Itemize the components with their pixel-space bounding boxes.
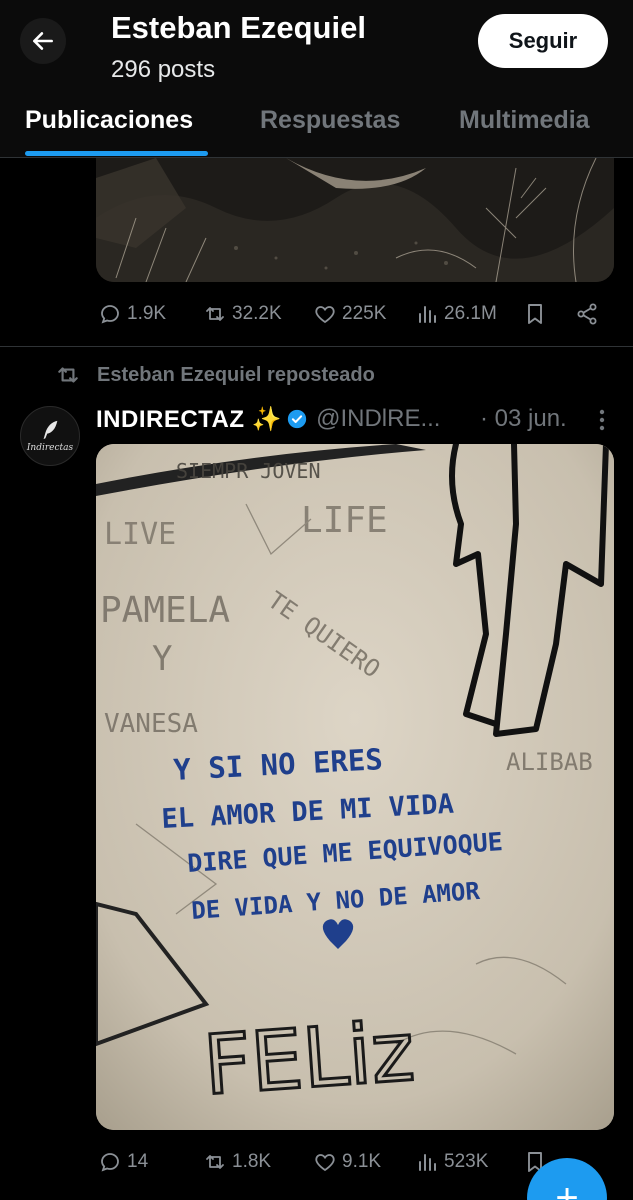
profile-name: Esteban Ezequiel xyxy=(111,10,366,45)
repost-icon xyxy=(206,1155,224,1169)
post-actions: 1.9K 32.2K 225K 26.1M xyxy=(0,294,633,334)
post-image[interactable]: SIEMPR JOVEN LIVE LIFE PAMELA Y VANESA T… xyxy=(96,444,614,1130)
heart-icon xyxy=(315,306,335,324)
wall-text-live: LIVE xyxy=(104,517,176,552)
arrow-left-icon xyxy=(33,32,53,50)
share-button[interactable] xyxy=(575,294,604,334)
views-count: 523K xyxy=(444,1151,489,1172)
post-date[interactable]: · 03 jun. xyxy=(480,402,567,436)
quill-icon xyxy=(43,420,58,440)
reply-count: 1.9K xyxy=(127,303,167,324)
active-tab-indicator xyxy=(25,151,208,156)
repost-count: 32.2K xyxy=(232,303,282,324)
plus-icon: + xyxy=(555,1176,579,1200)
repost-context-text: Esteban Ezequiel reposteado xyxy=(97,363,375,386)
engraving-illustration xyxy=(96,158,614,282)
reply-icon xyxy=(101,1153,119,1172)
repost-icon xyxy=(206,307,224,321)
reply-count: 14 xyxy=(127,1151,149,1172)
avatar-text: Indirectas xyxy=(26,443,74,453)
wall-text-alibab: ALIBAB xyxy=(506,748,593,776)
follow-button[interactable]: Seguir xyxy=(478,14,608,68)
more-vertical-icon xyxy=(599,409,605,431)
wall-text-life: LIFE xyxy=(301,500,388,541)
share-icon xyxy=(577,303,597,325)
wall-text-feliz: FELiz xyxy=(201,1004,418,1113)
repost-button[interactable]: 32.2K xyxy=(203,294,282,334)
graffiti-wall-photo: SIEMPR JOVEN LIVE LIFE PAMELA Y VANESA T… xyxy=(96,444,614,1130)
tab-multimedia[interactable]: Multimedia xyxy=(459,106,590,135)
post-divider xyxy=(0,346,633,347)
views-button[interactable]: 523K xyxy=(415,1142,488,1182)
wall-text-pamela: PAMELA xyxy=(100,590,230,631)
views-button[interactable]: 26.1M xyxy=(415,294,497,334)
tab-publicaciones[interactable]: Publicaciones xyxy=(25,106,193,135)
repost-button[interactable]: 1.8K xyxy=(203,1142,271,1182)
repost-icon xyxy=(58,367,78,383)
author-name[interactable]: INDIRECTAZ ✨ xyxy=(96,405,282,434)
wall-text-vanesa: VANESA xyxy=(104,709,198,739)
avatar[interactable]: Indirectas xyxy=(20,406,80,466)
like-button[interactable]: 9.1K xyxy=(313,1142,381,1182)
profile-header: Esteban Ezequiel 296 posts Seguir xyxy=(0,0,633,84)
wall-text-y: Y xyxy=(152,639,172,679)
post-image[interactable] xyxy=(96,158,614,282)
views-icon xyxy=(419,1154,436,1171)
heart-icon xyxy=(315,1154,335,1172)
author-handle[interactable]: @INDlRE... xyxy=(316,405,440,433)
profile-tabs: Publicaciones Respuestas Multimedia xyxy=(0,84,633,158)
views-icon xyxy=(419,306,436,323)
tab-respuestas[interactable]: Respuestas xyxy=(260,106,400,135)
reply-button[interactable]: 1.9K xyxy=(98,294,166,334)
post-header: INDIRECTAZ ✨ @INDlRE... xyxy=(96,402,440,436)
like-count: 9.1K xyxy=(342,1151,382,1172)
like-button[interactable]: 225K xyxy=(313,294,386,334)
repost-context: Esteban Ezequiel reposteado xyxy=(55,360,375,390)
reply-button[interactable]: 14 xyxy=(98,1142,148,1182)
repost-count: 1.8K xyxy=(232,1151,272,1172)
back-button[interactable] xyxy=(20,18,66,64)
posts-count: 296 posts xyxy=(111,56,216,82)
more-options-button[interactable] xyxy=(590,406,614,434)
like-count: 225K xyxy=(342,303,387,324)
views-count: 26.1M xyxy=(444,303,497,324)
bookmark-button[interactable] xyxy=(523,294,552,334)
verified-badge-icon xyxy=(287,409,307,429)
wall-text-siempre: SIEMPR JOVEN xyxy=(176,459,321,483)
bookmark-icon xyxy=(528,304,542,324)
reply-icon xyxy=(101,305,119,324)
